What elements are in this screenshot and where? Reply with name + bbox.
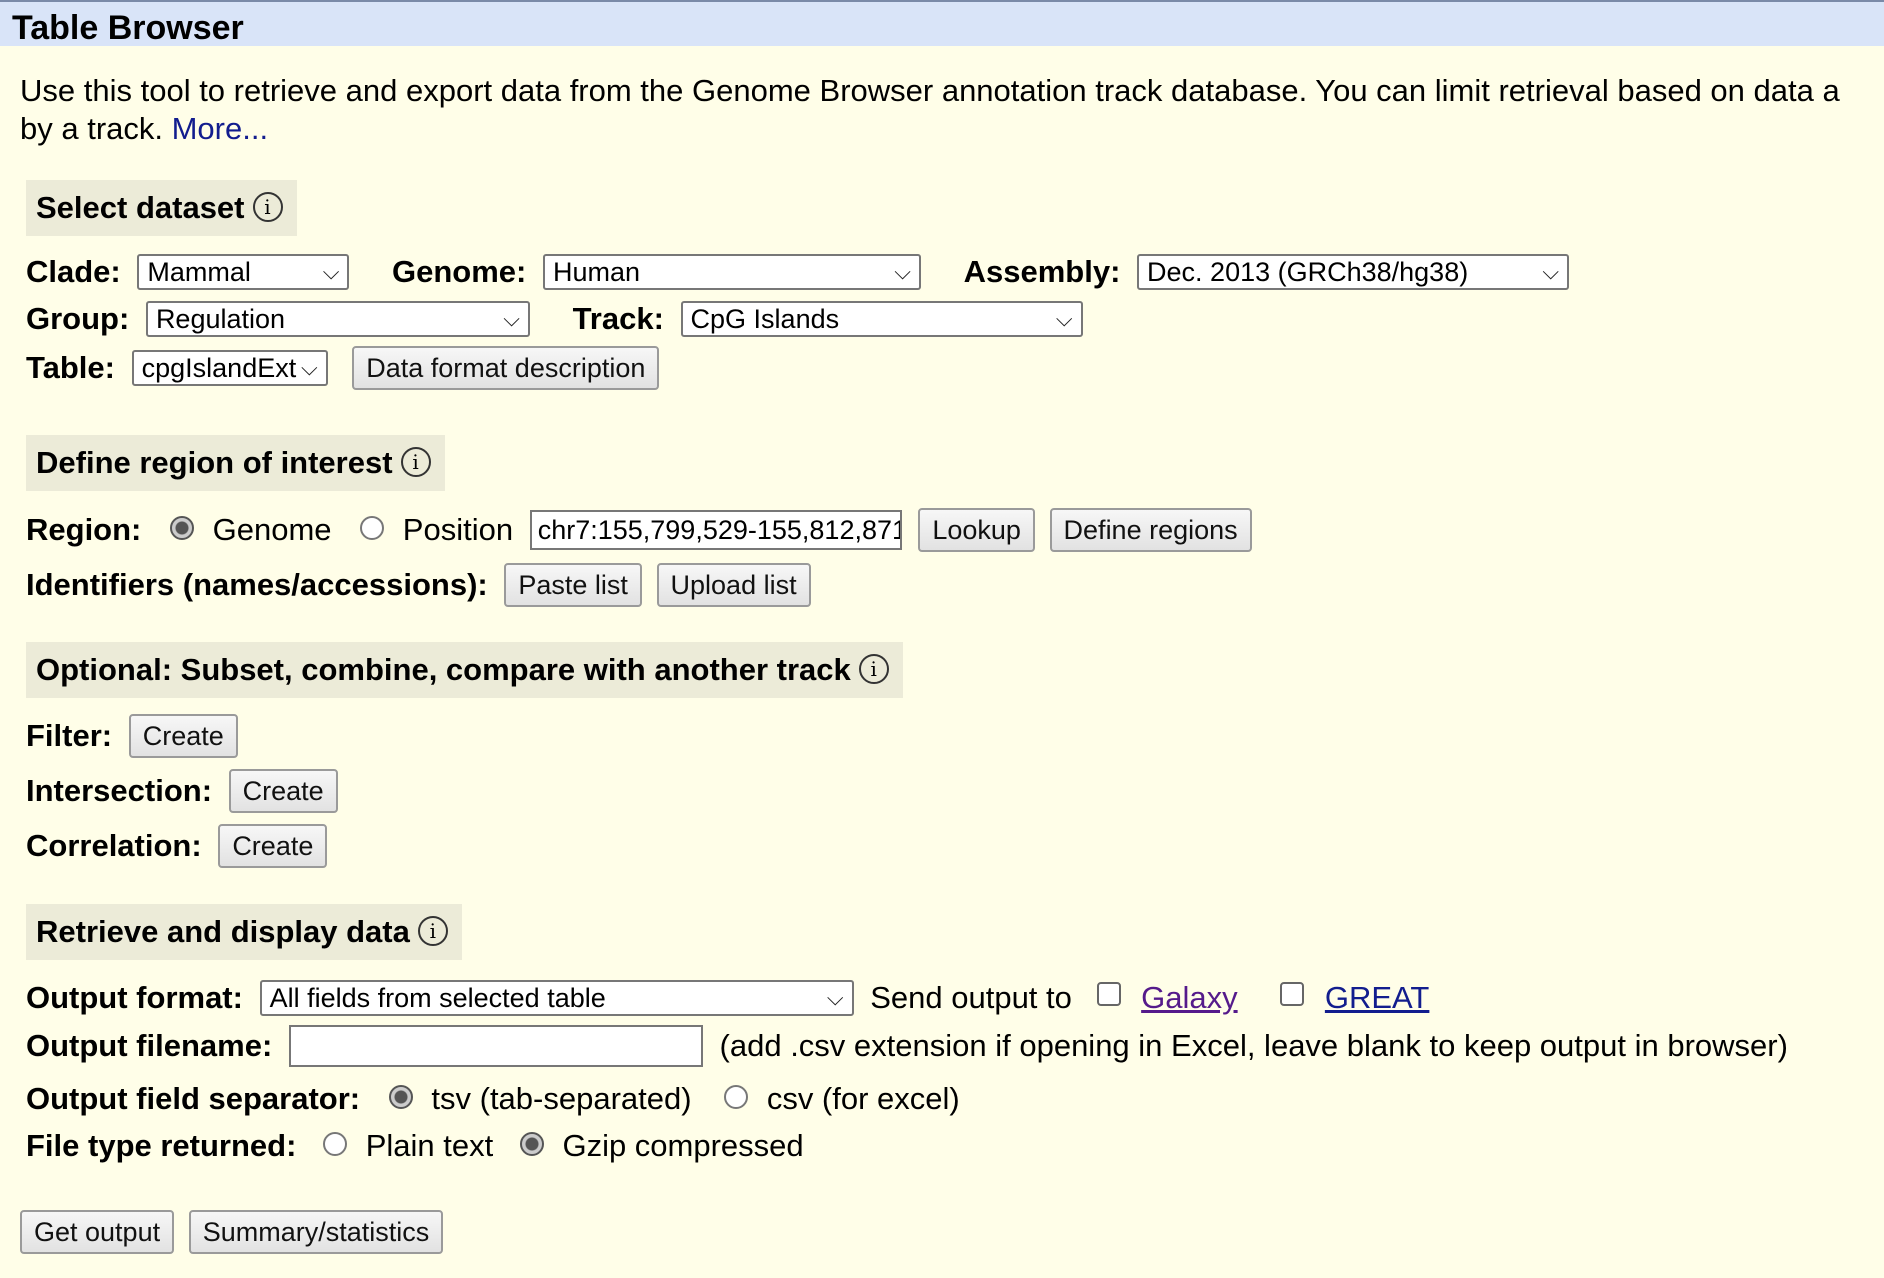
assembly-select[interactable]: Dec. 2013 (GRCh38/hg38) ⌵	[1137, 253, 1570, 290]
chevron-down-icon: ⌵	[503, 305, 520, 331]
data-format-description-button[interactable]: Data format description	[352, 345, 660, 390]
output-format-label: Output format:	[26, 979, 243, 1015]
output-filename-input[interactable]	[288, 1024, 703, 1067]
info-icon[interactable]: i	[400, 446, 431, 477]
title-bar: Table Browser	[0, 0, 1884, 47]
genome-label: Genome:	[392, 253, 527, 289]
filter-row: Filter: Create	[26, 712, 238, 758]
intersection-row: Intersection: Create	[26, 767, 338, 813]
intersection-label: Intersection:	[26, 772, 213, 808]
optional-header: Optional: Subset, combine, compare with …	[26, 642, 903, 698]
csv-option-label: csv (for excel)	[766, 1080, 960, 1116]
optional-title: Optional: Subset, combine, compare with …	[36, 652, 851, 687]
output-filename-row: Output filename: (add .csv extension if …	[26, 1022, 1788, 1067]
track-label: Track:	[572, 300, 664, 336]
select-dataset-header: Select dataset i	[26, 180, 297, 236]
identifiers-row: Identifiers (names/accessions): Paste li…	[26, 561, 811, 607]
send-output-label: Send output to	[870, 979, 1072, 1015]
chevron-down-icon: ⌵	[300, 354, 318, 380]
chevron-down-icon: ⌵	[826, 984, 844, 1010]
correlation-row: Correlation: Create	[26, 822, 328, 868]
assembly-value: Dec. 2013 (GRCh38/hg38)	[1147, 256, 1469, 287]
csv-radio[interactable]	[724, 1084, 749, 1109]
dataset-row-1: Clade: Mammal ⌵ Genome: Human ⌵ Assembly: …	[26, 248, 1570, 292]
genome-option-label: Genome	[212, 511, 332, 547]
define-regions-button[interactable]: Define regions	[1049, 507, 1252, 552]
define-region-title: Define region of interest	[36, 445, 393, 480]
position-input[interactable]: chr7:155,799,529-155,812,871	[529, 509, 902, 550]
intro-text-2: by a track.	[20, 111, 172, 146]
info-icon[interactable]: i	[417, 915, 448, 946]
upload-list-button[interactable]: Upload list	[656, 562, 811, 607]
info-icon[interactable]: i	[858, 653, 889, 684]
tsv-radio[interactable]	[388, 1084, 413, 1109]
select-dataset-title: Select dataset	[36, 190, 245, 225]
table-select[interactable]: cpgIslandExt ⌵	[131, 349, 328, 386]
summary-statistics-button[interactable]: Summary/statistics	[188, 1209, 444, 1254]
output-format-row: Output format: All fields from selected …	[26, 974, 1429, 1018]
chevron-down-icon: ⌵	[322, 258, 340, 284]
output-filename-hint: (add .csv extension if opening in Excel,…	[719, 1027, 1788, 1063]
plain-text-option-label: Plain text	[365, 1127, 494, 1163]
define-region-header: Define region of interest i	[26, 435, 445, 491]
chevron-down-icon: ⌵	[1055, 305, 1073, 331]
group-label: Group:	[26, 300, 130, 336]
group-select[interactable]: Regulation ⌵	[145, 300, 530, 337]
identifiers-label: Identifiers (names/accessions):	[26, 566, 488, 602]
dataset-row-3: Table: cpgIslandExt ⌵ Data format descrip…	[26, 344, 660, 390]
assembly-label: Assembly:	[963, 253, 1121, 289]
table-label: Table:	[26, 349, 115, 385]
correlation-label: Correlation:	[26, 827, 202, 863]
region-label: Region:	[26, 511, 142, 547]
genome-value: Human	[552, 256, 641, 287]
great-checkbox[interactable]	[1280, 981, 1305, 1006]
output-format-value: All fields from selected table	[269, 982, 606, 1013]
gzip-radio[interactable]	[519, 1131, 544, 1156]
info-icon[interactable]: i	[252, 191, 283, 222]
track-value: CpG Islands	[690, 303, 840, 334]
separator-label: Output field separator:	[26, 1080, 361, 1116]
get-output-button[interactable]: Get output	[20, 1209, 175, 1254]
paste-list-button[interactable]: Paste list	[504, 562, 642, 607]
output-format-select[interactable]: All fields from selected table ⌵	[259, 979, 854, 1016]
file-type-row: File type returned: Plain text Gzip comp…	[26, 1122, 804, 1166]
output-buttons-row: Get output Summary/statistics	[20, 1208, 444, 1254]
intro-text: Use this tool to retrieve and export dat…	[20, 73, 1840, 108]
chevron-down-icon: ⌵	[894, 258, 911, 284]
great-link[interactable]: GREAT	[1325, 976, 1430, 1020]
gzip-option-label: Gzip compressed	[562, 1127, 804, 1163]
plain-text-radio[interactable]	[323, 1131, 348, 1156]
dataset-row-2: Group: Regulation ⌵ Track: CpG Islands ⌵	[26, 295, 1083, 339]
track-select[interactable]: CpG Islands ⌵	[680, 300, 1083, 337]
genome-radio[interactable]	[170, 515, 194, 540]
chevron-down-icon: ⌵	[1542, 258, 1560, 284]
galaxy-link[interactable]: Galaxy	[1141, 976, 1237, 1020]
intersection-create-button[interactable]: Create	[228, 768, 338, 813]
filter-label: Filter:	[26, 717, 113, 753]
filter-create-button[interactable]: Create	[128, 713, 238, 758]
retrieve-header: Retrieve and display data i	[26, 904, 462, 960]
tsv-option-label: tsv (tab-separated)	[431, 1080, 692, 1116]
galaxy-checkbox[interactable]	[1096, 981, 1121, 1006]
lookup-button[interactable]: Lookup	[918, 507, 1035, 552]
region-row: Region: Genome Position chr7:155,799,529…	[26, 506, 1252, 552]
separator-row: Output field separator: tsv (tab-separat…	[26, 1075, 960, 1119]
more-link[interactable]: More...	[172, 111, 268, 146]
page-title: Table Browser	[12, 9, 244, 47]
file-type-label: File type returned:	[26, 1127, 297, 1163]
table-value: cpgIslandExt	[141, 352, 297, 383]
position-radio[interactable]	[360, 515, 385, 540]
clade-select[interactable]: Mammal ⌵	[137, 253, 350, 290]
genome-select[interactable]: Human ⌵	[542, 253, 921, 290]
group-value: Regulation	[155, 303, 286, 334]
position-option-label: Position	[402, 511, 514, 547]
correlation-create-button[interactable]: Create	[218, 823, 328, 868]
intro-paragraph: Use this tool to retrieve and export dat…	[20, 72, 1884, 148]
clade-value: Mammal	[147, 256, 251, 287]
retrieve-title: Retrieve and display data	[36, 914, 410, 949]
output-filename-label: Output filename:	[26, 1027, 273, 1063]
clade-label: Clade:	[26, 253, 121, 289]
